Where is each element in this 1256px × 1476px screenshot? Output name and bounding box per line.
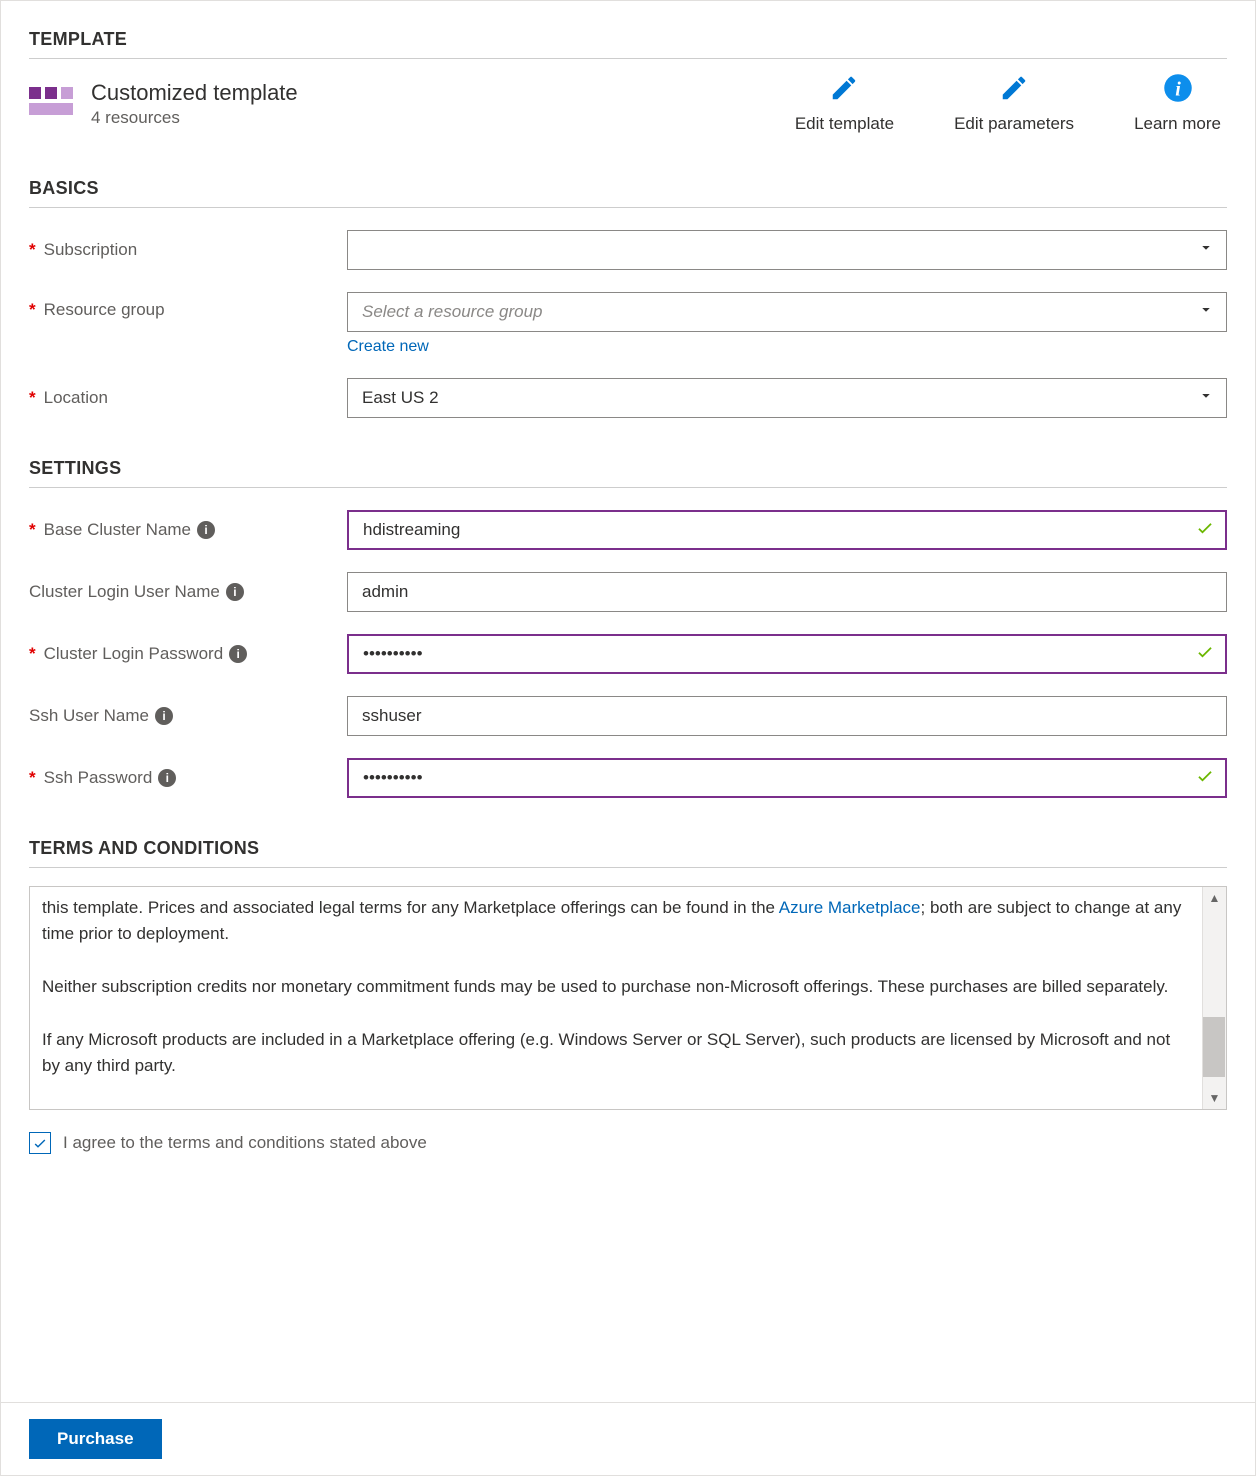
azure-marketplace-link[interactable]: Azure Marketplace bbox=[779, 898, 921, 917]
edit-template-label: Edit template bbox=[795, 114, 894, 134]
section-terms-title: TERMS AND CONDITIONS bbox=[29, 838, 1227, 868]
terms-content[interactable]: this template. Prices and associated leg… bbox=[30, 887, 1202, 1109]
edit-parameters-button[interactable]: Edit parameters bbox=[954, 73, 1074, 134]
location-row: * Location East US 2 bbox=[29, 378, 1227, 418]
section-basics-title: BASICS bbox=[29, 178, 1227, 208]
login-pw-input[interactable] bbox=[347, 634, 1227, 674]
login-pw-label-text: Cluster Login Password bbox=[44, 644, 224, 664]
base-cluster-row: * Base Cluster Name i bbox=[29, 510, 1227, 550]
base-cluster-field-wrap bbox=[347, 510, 1227, 550]
resource-group-label: * Resource group bbox=[29, 292, 347, 320]
location-value: East US 2 bbox=[362, 388, 439, 408]
section-settings-title: SETTINGS bbox=[29, 458, 1227, 488]
base-cluster-label-text: Base Cluster Name bbox=[44, 520, 191, 540]
required-asterisk: * bbox=[29, 520, 36, 540]
info-icon[interactable]: i bbox=[158, 769, 176, 787]
login-user-input[interactable] bbox=[347, 572, 1227, 612]
scroll-up-icon[interactable]: ▲ bbox=[1209, 891, 1221, 905]
terms-box: this template. Prices and associated leg… bbox=[29, 886, 1227, 1110]
template-resource-count: 4 resources bbox=[91, 108, 298, 128]
ssh-user-label: Ssh User Name i bbox=[29, 706, 347, 726]
ssh-pw-label-text: Ssh Password bbox=[44, 768, 153, 788]
login-user-label-text: Cluster Login User Name bbox=[29, 582, 220, 602]
checkmark-icon bbox=[1195, 518, 1215, 543]
location-select[interactable]: East US 2 bbox=[347, 378, 1227, 418]
login-user-label: Cluster Login User Name i bbox=[29, 582, 347, 602]
ssh-pw-row: * Ssh Password i bbox=[29, 758, 1227, 798]
pencil-icon bbox=[999, 73, 1029, 108]
learn-more-button[interactable]: i Learn more bbox=[1134, 73, 1221, 134]
resource-group-select[interactable]: Select a resource group bbox=[347, 292, 1227, 332]
ssh-pw-input[interactable] bbox=[347, 758, 1227, 798]
checkmark-icon bbox=[1195, 766, 1215, 791]
learn-more-label: Learn more bbox=[1134, 114, 1221, 134]
template-actions: Edit template Edit parameters i Learn mo… bbox=[795, 73, 1227, 134]
subscription-row: * Subscription bbox=[29, 230, 1227, 270]
resource-group-field-wrap: Select a resource group Create new bbox=[347, 292, 1227, 356]
info-icon[interactable]: i bbox=[197, 521, 215, 539]
template-summary: Customized template 4 resources bbox=[29, 80, 298, 128]
footer-bar: Purchase bbox=[1, 1402, 1255, 1475]
scroll-down-icon[interactable]: ▼ bbox=[1209, 1091, 1221, 1105]
deployment-panel: TEMPLATE Customized template 4 resources… bbox=[0, 0, 1256, 1476]
ssh-user-label-text: Ssh User Name bbox=[29, 706, 149, 726]
info-icon: i bbox=[1163, 73, 1193, 108]
agree-row: I agree to the terms and conditions stat… bbox=[29, 1132, 1227, 1154]
login-user-row: Cluster Login User Name i bbox=[29, 572, 1227, 612]
checkmark-icon bbox=[1195, 642, 1215, 667]
purchase-button[interactable]: Purchase bbox=[29, 1419, 162, 1459]
template-tiles-icon bbox=[29, 87, 73, 121]
terms-p2: Neither subscription credits nor monetar… bbox=[42, 977, 1168, 996]
location-field-wrap: East US 2 bbox=[347, 378, 1227, 418]
login-pw-field-wrap bbox=[347, 634, 1227, 674]
scroll-thumb[interactable] bbox=[1203, 1017, 1225, 1077]
resource-group-placeholder: Select a resource group bbox=[362, 302, 543, 322]
template-row: Customized template 4 resources Edit tem… bbox=[29, 59, 1227, 164]
create-new-link[interactable]: Create new bbox=[347, 338, 1227, 356]
login-pw-label: * Cluster Login Password i bbox=[29, 644, 347, 664]
ssh-user-row: Ssh User Name i bbox=[29, 696, 1227, 736]
ssh-pw-field-wrap bbox=[347, 758, 1227, 798]
agree-label: I agree to the terms and conditions stat… bbox=[63, 1133, 427, 1153]
resource-group-label-text: Resource group bbox=[44, 300, 165, 320]
base-cluster-input[interactable] bbox=[347, 510, 1227, 550]
resource-group-row: * Resource group Select a resource group… bbox=[29, 292, 1227, 356]
terms-p3: If any Microsoft products are included i… bbox=[42, 1030, 1170, 1075]
login-user-field-wrap bbox=[347, 572, 1227, 612]
subscription-select[interactable] bbox=[347, 230, 1227, 270]
template-title: Customized template bbox=[91, 80, 298, 106]
template-text: Customized template 4 resources bbox=[91, 80, 298, 128]
subscription-label: * Subscription bbox=[29, 240, 347, 260]
location-label-text: Location bbox=[44, 388, 108, 408]
base-cluster-label: * Base Cluster Name i bbox=[29, 520, 347, 540]
check-icon bbox=[32, 1135, 48, 1151]
required-asterisk: * bbox=[29, 300, 36, 320]
ssh-pw-label: * Ssh Password i bbox=[29, 768, 347, 788]
subscription-label-text: Subscription bbox=[44, 240, 138, 260]
required-asterisk: * bbox=[29, 768, 36, 788]
agree-checkbox[interactable] bbox=[29, 1132, 51, 1154]
location-label: * Location bbox=[29, 388, 347, 408]
login-pw-row: * Cluster Login Password i bbox=[29, 634, 1227, 674]
required-asterisk: * bbox=[29, 240, 36, 260]
info-icon[interactable]: i bbox=[229, 645, 247, 663]
required-asterisk: * bbox=[29, 644, 36, 664]
edit-template-button[interactable]: Edit template bbox=[795, 73, 894, 134]
required-asterisk: * bbox=[29, 388, 36, 408]
info-icon[interactable]: i bbox=[226, 583, 244, 601]
ssh-user-input[interactable] bbox=[347, 696, 1227, 736]
svg-text:i: i bbox=[1175, 79, 1181, 101]
subscription-field-wrap bbox=[347, 230, 1227, 270]
pencil-icon bbox=[829, 73, 859, 108]
ssh-user-field-wrap bbox=[347, 696, 1227, 736]
section-template-title: TEMPLATE bbox=[29, 29, 1227, 59]
info-icon[interactable]: i bbox=[155, 707, 173, 725]
edit-parameters-label: Edit parameters bbox=[954, 114, 1074, 134]
terms-p1a: this template. Prices and associated leg… bbox=[42, 898, 779, 917]
